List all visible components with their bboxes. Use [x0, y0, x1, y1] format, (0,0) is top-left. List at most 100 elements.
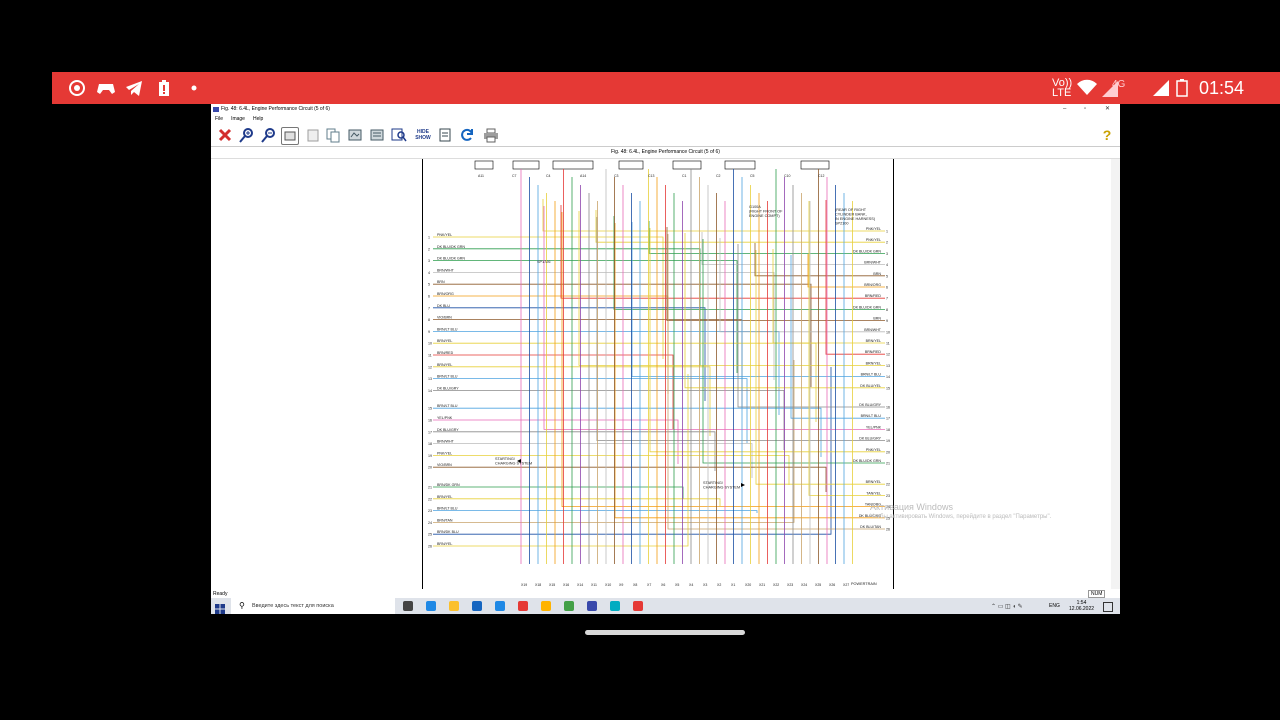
- wire-left: [433, 443, 753, 478]
- print-preview-button[interactable]: [305, 127, 321, 143]
- left-wire-label: BRN/LT BLU: [437, 327, 458, 331]
- recorder-app-icon[interactable]: [633, 601, 643, 611]
- task-view-icon[interactable]: [403, 601, 413, 611]
- store-icon[interactable]: [495, 601, 505, 611]
- left-pin-number: 9: [428, 330, 430, 334]
- wire-left: [433, 510, 758, 513]
- bottom-terminal-label: X9: [619, 583, 623, 587]
- wire-right: [737, 244, 885, 408]
- left-wire-label: BRN/LT BLU: [437, 404, 458, 408]
- green-app-icon[interactable]: [564, 601, 574, 611]
- image-viewport[interactable]: PNK/YEL 1 DK BLU/DK GRN 2 DK BLU/DK GRN 3 BRN/…: [211, 159, 1120, 589]
- minimize-button[interactable]: –: [1063, 104, 1066, 115]
- figure2-button[interactable]: [369, 127, 385, 143]
- zoom-out-button[interactable]: [261, 127, 277, 143]
- chrome-icon[interactable]: [541, 601, 551, 611]
- right-pin-number: 10: [886, 330, 890, 334]
- terminal-app-icon[interactable]: [587, 601, 597, 611]
- left-wire-label: VIO/BRN: [437, 463, 452, 467]
- right-pin-number: 19: [886, 439, 890, 443]
- left-wire-label: YEL/PNK: [437, 416, 453, 420]
- wire-right: [614, 223, 885, 519]
- language-indicator[interactable]: ENG: [1049, 603, 1060, 609]
- left-pin-number: 8: [428, 318, 430, 322]
- right-pin-number: 9: [886, 319, 888, 323]
- vertical-scrollbar[interactable]: [1111, 159, 1120, 589]
- bottom-terminal-label: X19: [521, 583, 527, 587]
- file-explorer-icon[interactable]: [449, 601, 459, 611]
- taskbar-search-box[interactable]: ⚲ Введите здесь текст для поиска: [231, 598, 395, 614]
- num-indicator: NUM: [1088, 590, 1106, 598]
- battery-icon: [1176, 79, 1188, 97]
- battery-saver-icon: [155, 79, 173, 97]
- wiring-diagram[interactable]: PNK/YEL 1 DK BLU/DK GRN 2 DK BLU/DK GRN 3 BRN/…: [422, 159, 894, 589]
- menu-file[interactable]: File: [215, 116, 223, 122]
- fit-button[interactable]: [281, 127, 299, 145]
- windows-start-icon[interactable]: [215, 601, 225, 619]
- right-wire-label: BRN/WHT: [864, 328, 882, 332]
- notes-button[interactable]: [437, 127, 453, 143]
- edge-icon[interactable]: [426, 601, 436, 611]
- menu-help[interactable]: Help: [253, 116, 263, 122]
- bottom-terminal-label: X20: [745, 583, 751, 587]
- figure-button[interactable]: [347, 127, 363, 143]
- window-title: Fig. 48: 6.4L, Engine Performance Circui…: [221, 106, 330, 112]
- android-nav-pill[interactable]: [585, 630, 745, 635]
- refresh-button[interactable]: [459, 127, 475, 143]
- tray-icons[interactable]: ⌃ ▭ ◫ ◖ ✎: [991, 603, 1023, 610]
- c-app-icon[interactable]: [610, 601, 620, 611]
- help-icon[interactable]: ?: [1099, 127, 1115, 143]
- top-terminal-label: C10: [784, 174, 790, 178]
- bottom-terminal-label: X14: [577, 583, 583, 587]
- print-button[interactable]: [483, 127, 499, 143]
- wire-left: [433, 260, 738, 373]
- mail-icon[interactable]: [472, 601, 482, 611]
- left-wire-label: PNK/YEL: [437, 233, 452, 237]
- zoom-in-button[interactable]: [239, 127, 255, 143]
- right-wire-label: DK BLU/DK GRN: [853, 249, 881, 253]
- left-wire-label: BRN/YEL: [437, 363, 452, 367]
- left-wire-label: BRN/DK GRN: [437, 483, 460, 487]
- left-pin-number: 21: [428, 486, 432, 490]
- right-wire-label: DK BLU/GRY: [859, 437, 881, 441]
- wire-left: [433, 360, 795, 523]
- close-image-button[interactable]: [217, 127, 233, 143]
- bottom-terminal-label: X4: [689, 583, 693, 587]
- yandex-icon[interactable]: [518, 601, 528, 611]
- hide-show-button[interactable]: HIDE SHOW: [413, 127, 433, 145]
- splice-annotation: IN ENGINE HARNESS): [835, 217, 876, 221]
- top-terminal-label: C7: [512, 174, 517, 178]
- wire-right: [684, 233, 885, 389]
- taskbar-clock[interactable]: 1:54 12.06.2022: [1069, 600, 1094, 612]
- close-window-button[interactable]: ✕: [1105, 104, 1110, 115]
- status-time: 01:54: [1198, 78, 1244, 98]
- android-status-bar: Vo)) LTE 4G 01:54: [52, 72, 1280, 104]
- wire-right: [701, 232, 885, 265]
- left-pin-number: 1: [428, 236, 430, 240]
- bottom-terminal-label: X3: [703, 583, 707, 587]
- left-pin-number: 3: [428, 259, 430, 263]
- right-wire-label: YEL/PNK: [866, 425, 882, 429]
- left-pin-number: 14: [428, 389, 432, 393]
- bottom-terminal-label: X1: [731, 583, 735, 587]
- right-pin-number: 1: [886, 230, 888, 234]
- top-terminal-label: C5: [750, 174, 755, 178]
- wire-left: [433, 367, 832, 535]
- right-wire-label: DK BLU/YEL: [860, 384, 881, 388]
- left-pin-number: 13: [428, 377, 432, 381]
- left-wire-label: BRN/DK BLU: [437, 530, 459, 534]
- left-pin-number: 15: [428, 407, 432, 411]
- copy-button[interactable]: [325, 127, 341, 143]
- wire-left: [433, 407, 822, 457]
- right-pin-number: 26: [886, 528, 890, 532]
- find-button[interactable]: [391, 127, 407, 143]
- wire-left: [433, 378, 748, 443]
- maximize-button[interactable]: ▫: [1084, 104, 1086, 115]
- menu-image[interactable]: Image: [231, 116, 245, 122]
- record-icon: [68, 79, 86, 97]
- left-wire-label: BRN/YEL: [437, 495, 452, 499]
- bottom-terminal-label: X18: [535, 583, 541, 587]
- notification-icon[interactable]: [1103, 602, 1113, 612]
- bottom-terminal-label: X16: [563, 583, 569, 587]
- right-wire-label: DK BLU/TAN: [860, 525, 881, 529]
